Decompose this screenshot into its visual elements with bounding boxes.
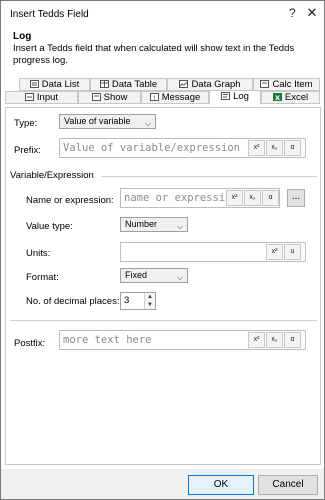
input-icon <box>24 93 34 101</box>
chevron-down-icon: ⌵ <box>176 222 183 231</box>
data-table-icon <box>99 80 109 88</box>
svg-text:X: X <box>275 94 280 101</box>
tab-show[interactable]: Show <box>78 91 141 104</box>
greek-button[interactable]: α <box>284 332 301 348</box>
log-tab-panel: Type: Value of variable ⌵ Prefix: Value … <box>5 107 321 465</box>
stepper-down-icon[interactable]: ▼ <box>144 301 155 309</box>
name-expression-placeholder: name or expression <box>124 192 238 204</box>
calc-item-icon <box>260 80 270 88</box>
excel-icon: X <box>272 93 282 102</box>
type-select-value: Value of variable <box>64 116 131 126</box>
tab-data-table-label: Data Table <box>111 79 158 90</box>
units-label: Units: <box>26 248 51 259</box>
format-select[interactable]: Fixed ⌵ <box>120 268 188 283</box>
subscript-button[interactable]: x₂ <box>244 190 261 206</box>
tab-data-graph-label: Data Graph <box>191 79 241 90</box>
tab-show-label: Show <box>103 92 128 103</box>
tab-calc-item[interactable]: Calc Item <box>253 78 320 91</box>
name-expression-label: Name or expression: <box>26 195 114 206</box>
insert-tedds-field-dialog: Insert Tedds Field ? ✕ Log Insert a Tedd… <box>0 0 325 500</box>
stepper-up-icon[interactable]: ▲ <box>144 293 155 301</box>
chevron-down-icon: ⌵ <box>144 119 151 128</box>
data-graph-icon <box>179 80 189 88</box>
prefix-placeholder: Value of variable/expression <box>63 142 241 154</box>
tab-log-label: Log <box>233 91 249 102</box>
subscript-button[interactable]: x₂ <box>266 332 283 348</box>
tab-data-table[interactable]: Data Table <box>90 78 167 91</box>
tab-input-label: Input <box>36 92 59 103</box>
window-title: Insert Tedds Field <box>10 9 89 20</box>
tab-data-list-label: Data List <box>41 79 80 90</box>
group-divider <box>101 176 317 177</box>
value-type-select-value: Number <box>125 219 158 229</box>
value-type-label: Value type: <box>26 221 73 232</box>
superscript-button[interactable]: x² <box>226 190 243 206</box>
greek-button[interactable]: α <box>262 190 279 206</box>
tab-message-label: Message <box>161 92 201 103</box>
dialog-header: Log Insert a Tedds field that when calcu… <box>1 29 324 74</box>
tab-strip: Data List Data Table Data Graph Calc Ite… <box>5 78 321 108</box>
tab-calc-item-label: Calc Item <box>272 79 313 90</box>
value-type-select[interactable]: Number ⌵ <box>120 217 188 232</box>
type-select[interactable]: Value of variable ⌵ <box>59 114 156 129</box>
subscript-button[interactable]: x₂ <box>266 140 283 156</box>
tab-excel-label: Excel <box>284 92 309 103</box>
variable-expression-group-label: Variable/Expression <box>10 170 94 181</box>
log-icon <box>221 92 231 100</box>
message-icon: ! <box>149 93 159 102</box>
superscript-button[interactable]: x² <box>248 332 265 348</box>
tab-log[interactable]: Log <box>209 90 261 105</box>
postfix-placeholder: more text here <box>63 334 152 346</box>
ok-button[interactable]: OK <box>188 475 254 495</box>
greek-button[interactable]: α <box>284 140 301 156</box>
prefix-label: Prefix: <box>14 145 41 156</box>
tab-data-list[interactable]: Data List <box>19 78 90 91</box>
tab-message[interactable]: ! Message <box>141 91 209 104</box>
tab-input[interactable]: Input <box>5 91 78 104</box>
help-button[interactable]: ? <box>289 6 296 20</box>
chevron-down-icon: ⌵ <box>176 273 183 282</box>
dialog-footer: OK Cancel <box>1 469 324 499</box>
cancel-button[interactable]: Cancel <box>258 475 318 495</box>
header-title: Log <box>13 31 32 42</box>
browse-button[interactable]: ... <box>287 189 305 207</box>
superscript-button[interactable]: x² <box>248 140 265 156</box>
type-label: Type: <box>14 118 38 129</box>
close-button[interactable]: ✕ <box>301 5 323 23</box>
decimal-places-label: No. of decimal places: <box>26 296 120 307</box>
decimal-places-stepper[interactable]: 3 ▲ ▼ <box>120 292 156 310</box>
data-list-icon <box>29 80 39 88</box>
decimal-places-value: 3 <box>124 295 130 306</box>
superscript-button[interactable]: x² <box>266 244 283 260</box>
svg-text:!: ! <box>153 95 155 101</box>
show-icon <box>91 93 101 101</box>
format-select-value: Fixed <box>125 270 148 280</box>
unit-button[interactable]: u <box>284 244 301 260</box>
title-bar: Insert Tedds Field ? ✕ <box>1 1 324 29</box>
tab-excel[interactable]: X Excel <box>261 91 320 104</box>
postfix-divider <box>10 320 317 321</box>
format-label: Format: <box>26 272 59 283</box>
header-description: Insert a Tedds field that when calculate… <box>13 43 295 66</box>
postfix-label: Postfix: <box>14 338 46 349</box>
